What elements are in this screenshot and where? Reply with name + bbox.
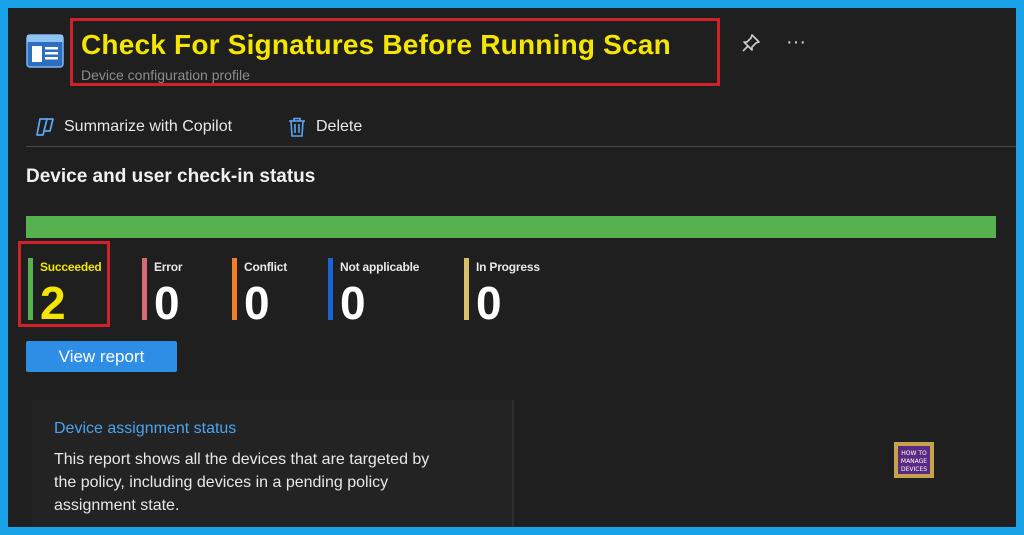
logo-text-mid: MANAGE <box>901 458 927 465</box>
stat-label: Error <box>154 260 183 274</box>
stat-value: 0 <box>340 277 366 329</box>
progress-fill-succeeded <box>26 216 996 238</box>
page-header: Check For Signatures Before Running Scan… <box>8 8 1016 108</box>
summarize-with-copilot-button[interactable]: Summarize with Copilot <box>34 112 232 142</box>
card-description: This report shows all the devices that a… <box>54 451 430 514</box>
check-in-status-title: Device and user check-in status <box>26 166 316 187</box>
how-to-manage-devices-logo: HOW TO MANAGE DEVICES <box>894 442 934 478</box>
toolbar-divider <box>26 146 1016 147</box>
delete-label: Delete <box>316 118 363 135</box>
delete-button[interactable]: Delete <box>286 112 362 142</box>
device-assignment-status-link[interactable]: Device assignment status <box>54 420 236 438</box>
stat-value: 0 <box>476 277 502 329</box>
stat-label: Not applicable <box>340 260 420 274</box>
stat-label: Conflict <box>244 260 288 274</box>
summarize-label: Summarize with Copilot <box>64 118 233 135</box>
stat-color-bar <box>142 258 147 320</box>
stat-label: Succeeded <box>40 260 102 274</box>
check-in-progress-bar <box>26 216 996 238</box>
title-highlight-box: Check For Signatures Before Running Scan… <box>70 18 720 86</box>
pin-icon[interactable] <box>740 32 762 54</box>
device-assignment-card: Device assignment status This report sho… <box>32 400 514 527</box>
device-configuration-icon <box>26 34 64 68</box>
view-report-button[interactable]: View report <box>26 341 177 372</box>
logo-text-top: HOW TO <box>901 450 927 457</box>
logo-text-bot: DEVICES <box>901 466 927 473</box>
page-subtitle: Device configuration profile <box>81 67 250 83</box>
stat-value: 2 <box>40 277 66 329</box>
stat-color-bar <box>28 258 33 320</box>
copilot-icon <box>36 118 54 136</box>
stat-color-bar <box>328 258 333 320</box>
stat-value: 0 <box>244 277 270 329</box>
trash-icon <box>289 117 305 137</box>
page-title: Check For Signatures Before Running Scan <box>81 29 671 60</box>
blade-window: Check For Signatures Before Running Scan… <box>0 0 1024 535</box>
stat-label: In Progress <box>476 260 540 274</box>
stat-color-bar <box>232 258 237 320</box>
stat-color-bar <box>464 258 469 320</box>
stat-value: 0 <box>154 277 180 329</box>
more-options-icon[interactable]: ··· <box>786 32 812 54</box>
